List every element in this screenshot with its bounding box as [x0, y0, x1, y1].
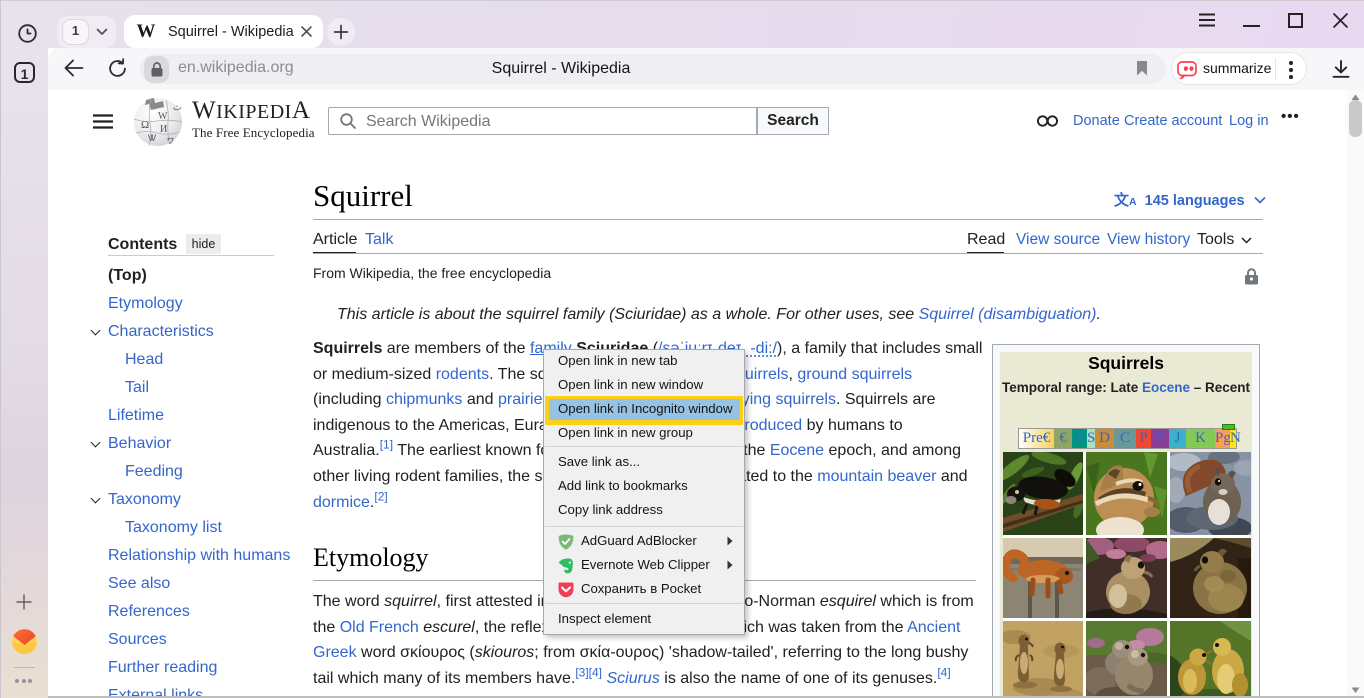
svg-text:Ꮤ: Ꮤ: [147, 133, 157, 143]
svg-text:W: W: [158, 111, 168, 122]
svg-text:ث: ث: [173, 102, 181, 112]
svg-text:Ω: Ω: [141, 119, 149, 131]
svg-text:ヮ: ヮ: [166, 135, 175, 145]
svg-text:И: И: [160, 124, 167, 135]
